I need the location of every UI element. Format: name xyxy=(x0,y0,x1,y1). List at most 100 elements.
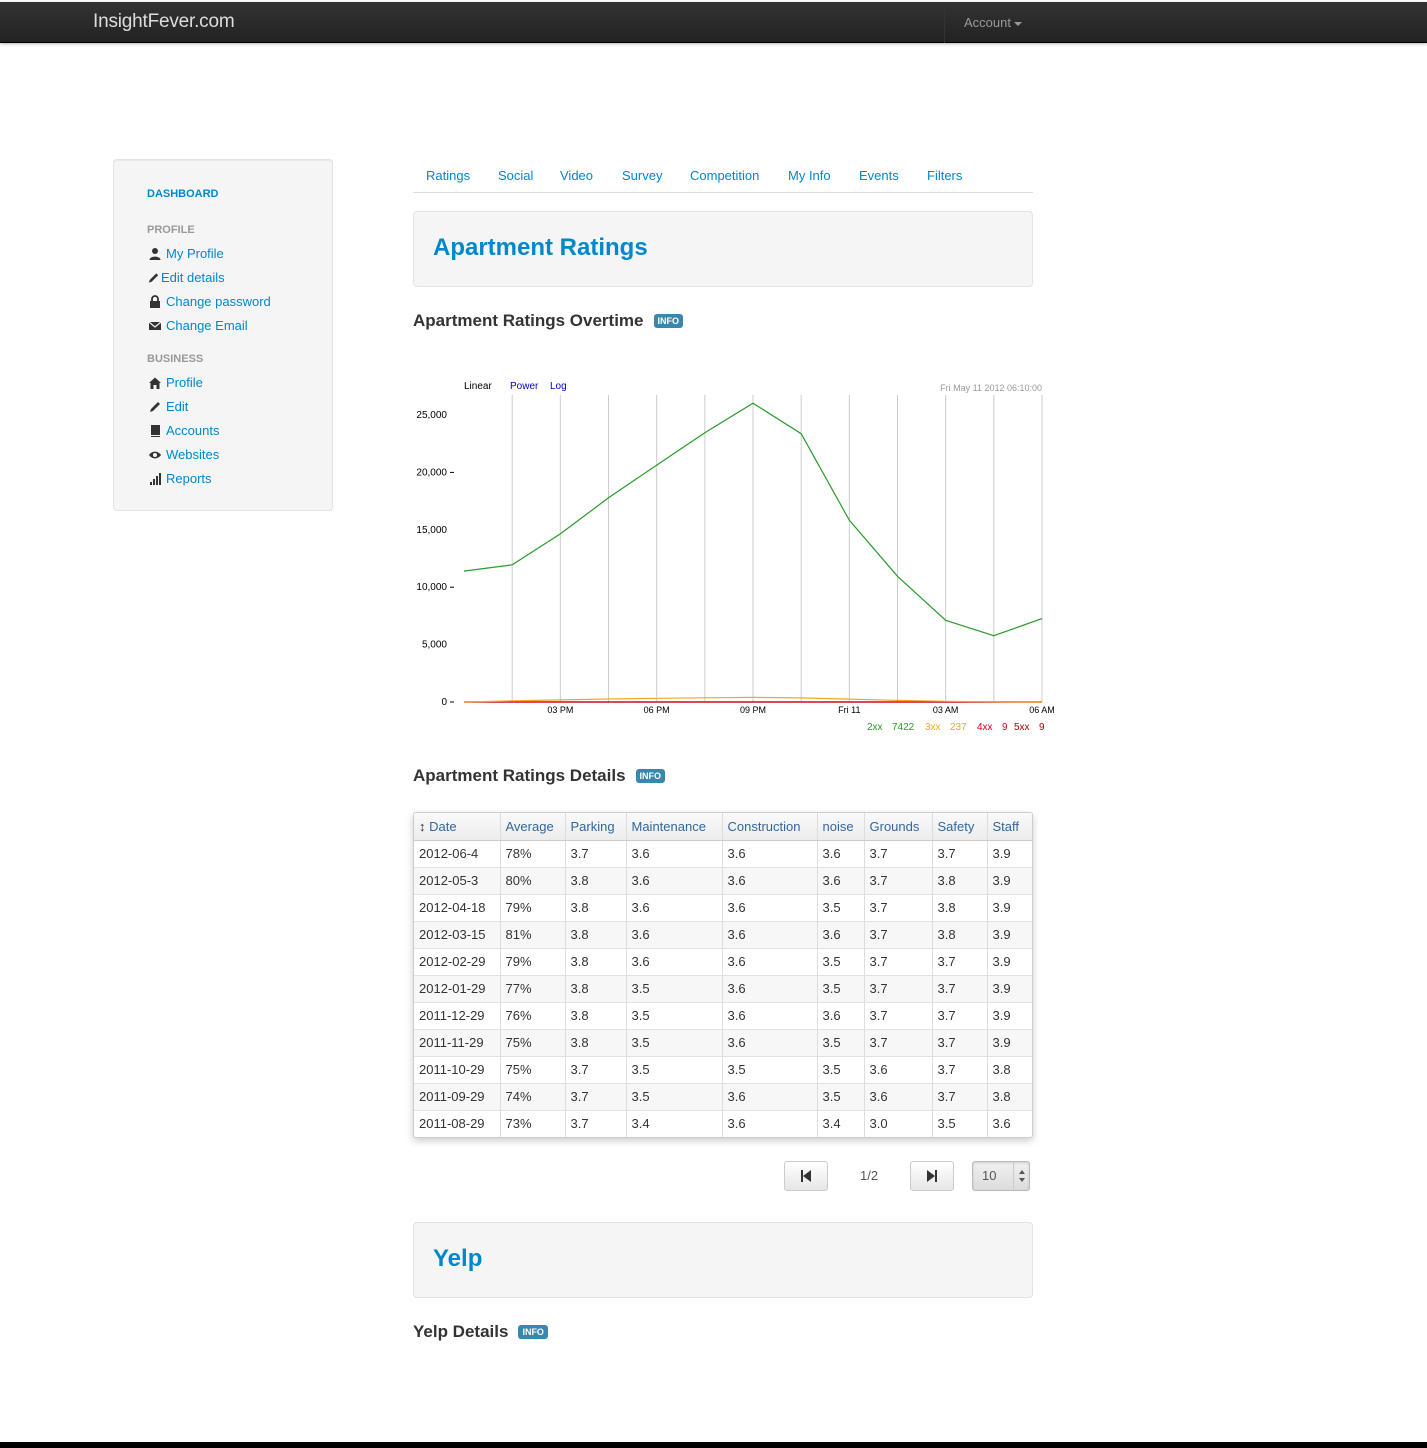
sidebar-item-edit-details[interactable]: Edit details xyxy=(147,270,225,285)
first-page-button[interactable] xyxy=(784,1161,828,1191)
table-cell: 3.7 xyxy=(864,975,933,1003)
top-navbar: InsightFever.com Account xyxy=(0,2,1427,43)
tab-filters[interactable]: Filters xyxy=(927,168,962,183)
scale-option-linear[interactable]: Linear xyxy=(464,381,492,392)
ratings-hero: Apartment Ratings xyxy=(413,211,1033,287)
account-dropdown[interactable]: Account xyxy=(964,15,1022,30)
page-size-value: 10 xyxy=(982,1168,997,1183)
tab-video[interactable]: Video xyxy=(560,168,593,183)
sidebar-item-my-profile[interactable]: My Profile xyxy=(148,246,224,261)
brand-logo[interactable]: InsightFever.com xyxy=(93,11,235,33)
table-row[interactable]: 2011-12-29 76% 3.8 3.5 3.6 3.6 3.7 3.7 3.9 xyxy=(414,1002,1032,1030)
table-row[interactable]: 2012-03-15 81% 3.8 3.6 3.6 3.6 3.7 3.8 3.9 xyxy=(414,921,1032,949)
details-section-title: Apartment Ratings Details INFO xyxy=(413,766,666,786)
sidebar-business-header: BUSINESS xyxy=(147,353,204,365)
table-cell: 3.8 xyxy=(565,948,627,976)
page-size-select[interactable]: 10 xyxy=(972,1161,1030,1191)
sidebar-item-label: Websites xyxy=(166,447,220,462)
ratings-overtime-chart: 25,000 20,000 15,000 10,000 5,000 0 03 PM 06 P… xyxy=(416,381,1054,733)
table-cell: 3.6 xyxy=(626,894,723,922)
table-row[interactable]: 2012-06-4 78% 3.7 3.6 3.6 3.6 3.7 3.7 3.9 xyxy=(414,840,1032,868)
column-header[interactable]: Average xyxy=(500,813,566,841)
table-cell: 2012-03-15 xyxy=(414,921,501,949)
sidebar-item-accounts[interactable]: Accounts xyxy=(148,423,219,438)
x-tick-label: Fri 11 xyxy=(838,705,860,715)
table-cell: 80% xyxy=(500,867,566,895)
table-cell: 3.6 xyxy=(722,921,818,949)
sidebar-dashboard-link[interactable]: DASHBOARD xyxy=(147,188,219,200)
table-row[interactable]: 2011-10-29 75% 3.7 3.5 3.5 3.5 3.6 3.7 3.8 xyxy=(414,1056,1032,1084)
column-header[interactable]: noise xyxy=(817,813,865,841)
table-cell: 3.0 xyxy=(864,1110,933,1137)
sidebar-item-business-profile[interactable]: Profile xyxy=(148,375,203,390)
table-cell: 3.7 xyxy=(864,894,933,922)
tab-social[interactable]: Social xyxy=(498,168,533,183)
table-cell: 3.6 xyxy=(722,867,818,895)
table-cell: 3.7 xyxy=(565,1083,627,1111)
sort-icon: ↕ xyxy=(419,818,430,834)
sidebar-item-edit[interactable]: Edit xyxy=(148,399,188,414)
table-row[interactable]: 2012-04-18 79% 3.8 3.6 3.6 3.5 3.7 3.8 3.9 xyxy=(414,894,1032,922)
y-tick-label: 25,000 xyxy=(416,410,447,421)
table-cell: 3.6 xyxy=(722,894,818,922)
table-cell: 3.6 xyxy=(722,975,818,1003)
y-tick-label: 0 xyxy=(441,697,447,708)
tab-my-info[interactable]: My Info xyxy=(788,168,831,183)
sidebar-item-label: Accounts xyxy=(166,423,220,438)
chart-x-axis: 03 PM 06 PM 09 PM Fri 11 03 AM 06 AM xyxy=(547,705,1054,715)
sidebar-item-change-password[interactable]: Change password xyxy=(148,294,271,309)
tab-events[interactable]: Events xyxy=(859,168,899,183)
table-cell: 3.7 xyxy=(565,840,627,868)
table-cell: 3.6 xyxy=(722,1110,818,1137)
table-row[interactable]: 2012-01-29 77% 3.8 3.5 3.6 3.5 3.7 3.7 3.9 xyxy=(414,975,1032,1003)
table-body: 2012-06-4 78% 3.7 3.6 3.6 3.6 3.7 3.7 3.9 2012-05… xyxy=(414,840,1032,1137)
column-header[interactable]: Construction xyxy=(722,813,818,841)
table-cell: 3.5 xyxy=(817,1029,865,1057)
table-row[interactable]: 2012-02-29 79% 3.8 3.6 3.6 3.5 3.7 3.7 3.9 xyxy=(414,948,1032,976)
table-row[interactable]: 2012-05-3 80% 3.8 3.6 3.6 3.6 3.7 3.8 3.9 xyxy=(414,867,1032,895)
lock-icon xyxy=(150,294,160,308)
scale-option-power[interactable]: Power xyxy=(510,381,539,392)
column-header[interactable]: Staff xyxy=(987,813,1032,841)
sidebar-item-label: Edit details xyxy=(161,270,225,285)
table-cell: 3.6 xyxy=(722,1029,818,1057)
sidebar-item-reports[interactable]: Reports xyxy=(148,471,212,486)
info-badge[interactable]: INFO xyxy=(635,769,666,783)
table-cell: 3.6 xyxy=(864,1056,933,1084)
chart-y-axis: 25,000 20,000 15,000 10,000 5,000 0 xyxy=(416,410,454,708)
sidebar-item-label: Profile xyxy=(166,375,203,390)
column-header[interactable]: Parking xyxy=(565,813,627,841)
legend-label-3xx: 3xx xyxy=(925,722,941,733)
column-header-label: Safety xyxy=(937,818,975,834)
table-row[interactable]: 2011-09-29 74% 3.7 3.5 3.6 3.5 3.6 3.7 3.8 xyxy=(414,1083,1032,1111)
sidebar-item-label: My Profile xyxy=(166,246,224,261)
table-cell: 3.6 xyxy=(987,1110,1032,1137)
sidebar-item-change-email[interactable]: Change Email xyxy=(148,318,248,333)
sidebar-item-websites[interactable]: Websites xyxy=(148,447,219,462)
last-page-button[interactable] xyxy=(910,1161,954,1191)
column-header[interactable]: Grounds xyxy=(864,813,933,841)
info-badge[interactable]: INFO xyxy=(518,1325,548,1339)
column-header[interactable]: Maintenance xyxy=(626,813,723,841)
scale-option-log[interactable]: Log xyxy=(550,381,567,392)
table-cell: 3.5 xyxy=(932,1110,988,1137)
info-badge[interactable]: INFO xyxy=(653,314,683,328)
table-cell: 3.8 xyxy=(565,1002,627,1030)
table-row[interactable]: 2011-11-29 75% 3.8 3.5 3.6 3.5 3.7 3.7 3.9 xyxy=(414,1029,1032,1057)
column-header[interactable]: ↕ Date xyxy=(414,813,501,841)
column-header[interactable]: Safety xyxy=(932,813,988,841)
tab-competition[interactable]: Competition xyxy=(690,168,759,183)
table-cell: 3.5 xyxy=(817,894,865,922)
table-cell: 3.6 xyxy=(722,1083,818,1111)
table-cell: 3.8 xyxy=(565,975,627,1003)
tab-survey[interactable]: Survey xyxy=(622,168,662,183)
table-cell: 3.4 xyxy=(626,1110,723,1137)
table-row[interactable]: 2011-08-29 73% 3.7 3.4 3.6 3.4 3.0 3.5 3.6 xyxy=(414,1110,1032,1137)
table-cell: 3.8 xyxy=(987,1083,1032,1111)
overtime-section-title: Apartment Ratings Overtime INFO xyxy=(413,311,683,331)
table-cell: 3.9 xyxy=(987,1002,1032,1030)
table-cell: 2012-01-29 xyxy=(414,975,501,1003)
tab-ratings[interactable]: Ratings xyxy=(426,168,470,183)
table-cell: 3.7 xyxy=(864,921,933,949)
table-cell: 3.6 xyxy=(817,1002,865,1030)
